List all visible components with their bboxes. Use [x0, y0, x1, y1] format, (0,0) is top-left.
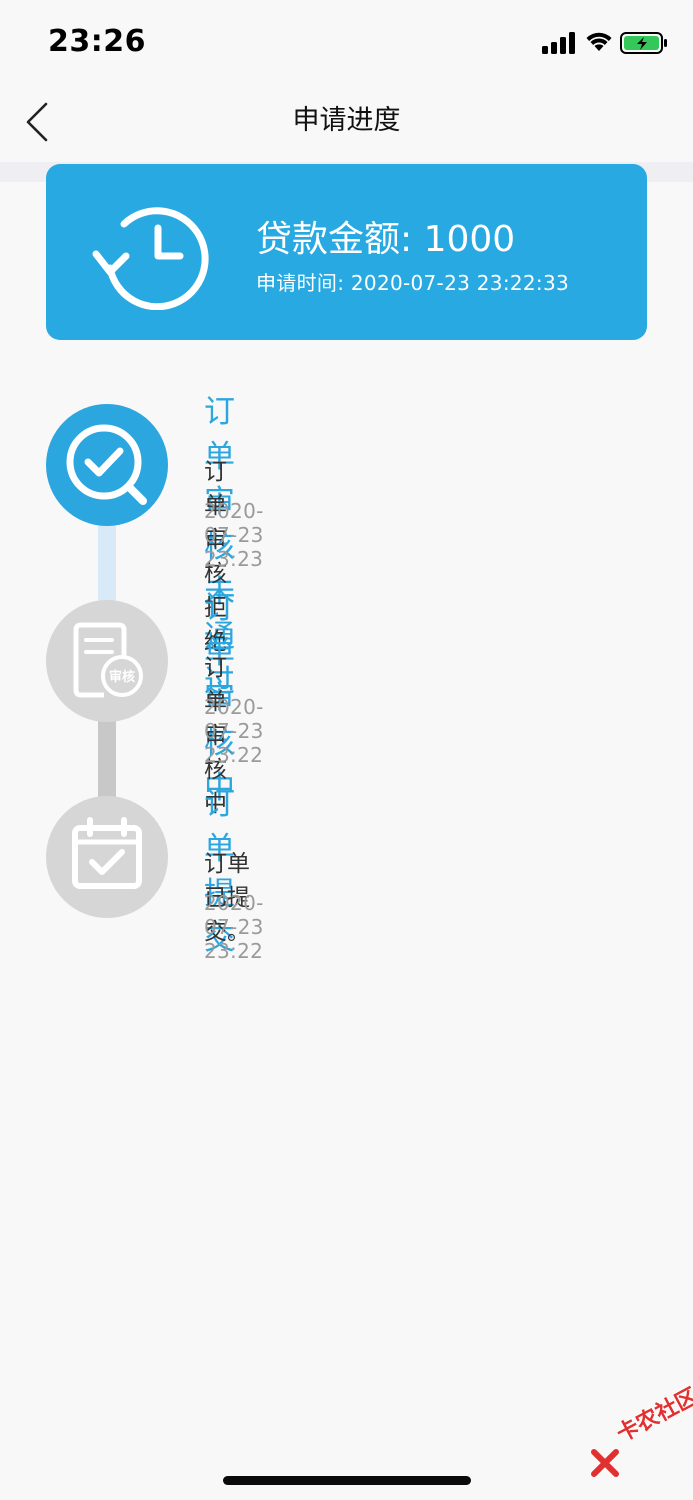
- step-3-circle: [46, 796, 168, 918]
- cellular-signal-icon: [542, 32, 575, 54]
- nav-bar: 申请进度: [0, 80, 693, 162]
- step-1-time: 2020-07-23 23:23: [204, 499, 264, 571]
- step-2-circle: 审核: [46, 600, 168, 722]
- watermark-logo-icon: [591, 1449, 619, 1477]
- status-bar: 23:26: [0, 0, 693, 80]
- page-title: 申请进度: [292, 105, 401, 136]
- calendar-check-icon: [72, 817, 142, 889]
- timeline-connector: [98, 718, 116, 800]
- loan-amount: 贷款金额: 1000: [256, 219, 516, 260]
- loan-summary-card: 贷款金额: 1000 申请时间: 2020-07-23 23:22:33: [46, 164, 647, 340]
- step-1-circle: [46, 404, 168, 526]
- wifi-icon: [586, 32, 612, 51]
- step-3-time: 2020-07-23 23:22: [204, 891, 264, 963]
- review-badge-label: 审核: [108, 670, 135, 685]
- status-time: 23:26: [48, 24, 146, 59]
- battery-charging-icon: [620, 32, 667, 54]
- magnifier-check-icon: [66, 424, 147, 505]
- timeline-connector: [98, 522, 116, 604]
- apply-time: 申请时间: 2020-07-23 23:22:33: [256, 271, 570, 295]
- home-indicator[interactable]: [223, 1476, 471, 1485]
- watermark-text: 卡农社区: [612, 1383, 693, 1448]
- step-2-time: 2020-07-23 23:22: [204, 695, 264, 767]
- history-clock-icon: [92, 207, 209, 310]
- document-review-icon: [73, 622, 143, 698]
- watermark: 卡农社区: [588, 1384, 693, 1480]
